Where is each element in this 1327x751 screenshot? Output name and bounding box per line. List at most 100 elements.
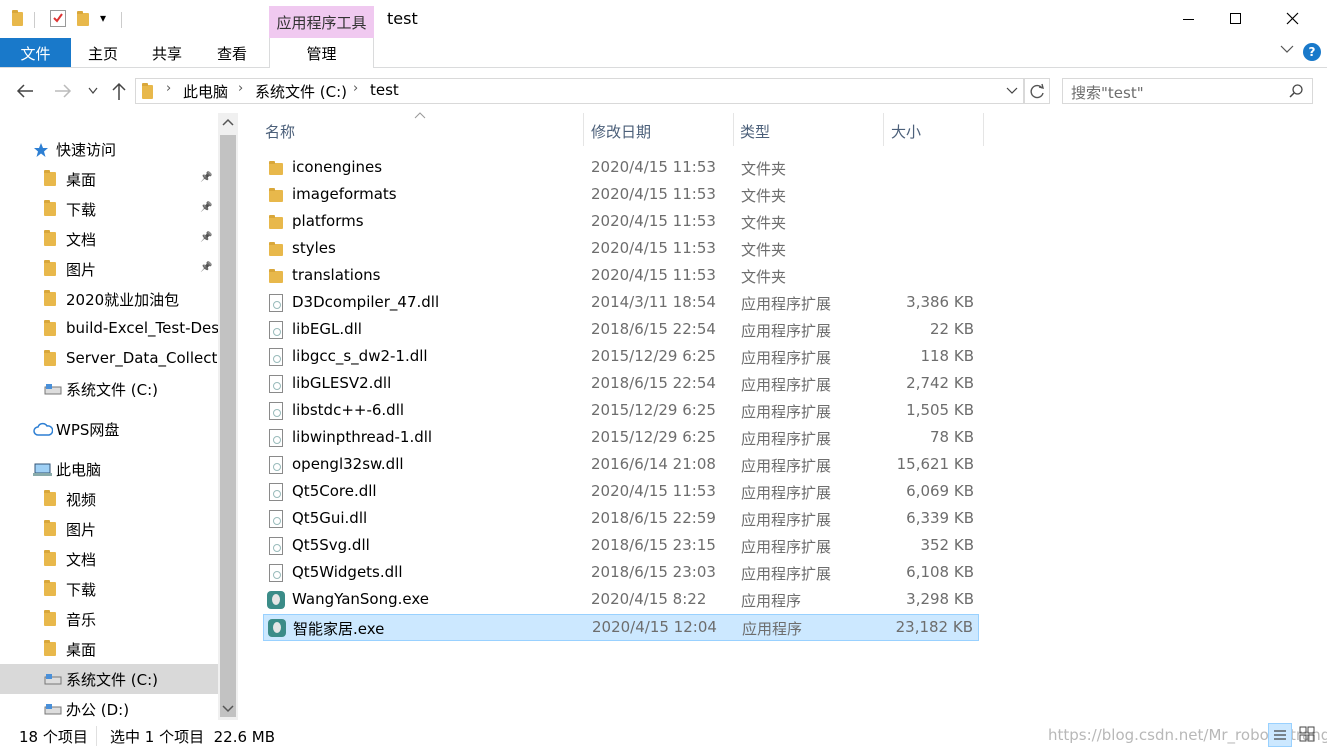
dll-icon <box>269 537 283 555</box>
file-row[interactable]: iconengines 2020/4/15 11:53 文件夹 <box>263 155 979 182</box>
scroll-down-icon[interactable] <box>222 705 234 713</box>
sidebar-item[interactable]: build-Excel_Test-Des <box>0 314 219 344</box>
file-type: 文件夹 <box>741 268 787 286</box>
help-icon[interactable]: ? <box>1303 43 1321 61</box>
sidebar-item[interactable]: 2020就业加油包 <box>0 284 218 314</box>
nav-scrollbar-thumb[interactable] <box>220 135 236 717</box>
file-size: 1,505 KB <box>906 401 974 419</box>
sidebar-item[interactable]: 系统文件 (C:) <box>0 664 218 694</box>
properties-icon[interactable] <box>50 10 66 27</box>
file-row[interactable]: WangYanSong.exe 2020/4/15 8:22 应用程序 3,298 K… <box>263 587 979 614</box>
file-row[interactable]: opengl32sw.dll 2016/6/14 21:08 应用程序扩展 15,62… <box>263 452 979 479</box>
sidebar-item[interactable]: 音乐 <box>0 604 218 634</box>
dll-icon <box>269 294 283 312</box>
file-row[interactable]: Qt5Widgets.dll 2018/6/15 23:03 应用程序扩展 6,108… <box>263 560 979 587</box>
tab-file[interactable]: 文件 <box>0 38 71 67</box>
refresh-button[interactable] <box>1024 78 1050 104</box>
column-header-date[interactable]: 修改日期 <box>584 121 732 145</box>
file-row[interactable]: D3Dcompiler_47.dll 2014/3/11 18:54 应用程序扩展 3… <box>263 290 979 317</box>
file-row[interactable]: libwinpthread-1.dll 2015/12/29 6:25 应用程序扩展… <box>263 425 979 452</box>
breadcrumb-drive-c[interactable]: 系统文件 (C:) <box>255 81 347 102</box>
tab-view[interactable]: 查看 <box>217 43 247 64</box>
details-view-button[interactable] <box>1268 723 1292 747</box>
sidebar-item[interactable]: 此电脑 <box>0 454 218 484</box>
file-name: imageformats <box>292 185 397 203</box>
sidebar-item[interactable]: WPS网盘 <box>0 414 218 444</box>
quick-access-dropdown[interactable]: ▾ <box>100 11 106 25</box>
file-row[interactable]: libEGL.dll 2018/6/15 22:54 应用程序扩展 22 KB <box>263 317 979 344</box>
file-row[interactable]: libstdc++-6.dll 2015/12/29 6:25 应用程序扩展 1,50… <box>263 398 979 425</box>
tab-manage[interactable]: 管理 <box>269 38 374 68</box>
sidebar-item[interactable]: Server_Data_Collecti <box>0 344 222 374</box>
file-row[interactable]: 智能家居.exe 2020/4/15 12:04 应用程序 23,182 KB <box>263 614 979 641</box>
column-name-label: 名称 <box>265 123 296 141</box>
pin-icon[interactable]: 📌 <box>200 232 212 243</box>
forward-icon[interactable] <box>53 82 73 100</box>
nav-scrollbar[interactable] <box>218 113 238 720</box>
documents-folder-icon <box>44 230 56 246</box>
item-count: 18 个项目 <box>19 728 88 746</box>
pin-icon[interactable]: 📌 <box>200 172 212 183</box>
new-folder-icon[interactable] <box>77 11 89 26</box>
sidebar-item[interactable]: 图片 <box>0 514 218 544</box>
file-size: 15,621 KB <box>896 455 974 473</box>
sidebar-item[interactable]: 桌面 <box>0 634 218 664</box>
pin-icon[interactable]: 📌 <box>200 262 212 273</box>
file-row[interactable]: platforms 2020/4/15 11:53 文件夹 <box>263 209 979 236</box>
column-header-name[interactable]: 名称 <box>262 121 582 145</box>
minimize-button[interactable] <box>1165 0 1211 38</box>
file-row[interactable]: Qt5Gui.dll 2018/6/15 22:59 应用程序扩展 6,339 KB <box>263 506 979 533</box>
column-header-size[interactable]: 大小 <box>884 121 983 145</box>
desktop-folder-icon <box>44 170 56 186</box>
sidebar-item[interactable]: 文档 📌 <box>0 224 218 254</box>
column-header-type[interactable]: 类型 <box>734 121 882 145</box>
column-divider[interactable] <box>983 113 984 146</box>
sidebar-item[interactable]: 办公 (D:) <box>0 694 218 724</box>
recent-locations-icon[interactable] <box>88 87 98 95</box>
sidebar-item[interactable]: 快速访问 <box>0 134 218 164</box>
file-type: 文件夹 <box>741 214 787 232</box>
dll-icon <box>269 402 283 420</box>
file-name: D3Dcompiler_47.dll <box>292 293 440 311</box>
pictures-folder-icon <box>44 260 56 276</box>
star-icon <box>33 142 49 158</box>
up-icon[interactable] <box>110 81 128 101</box>
file-row[interactable]: translations 2020/4/15 11:53 文件夹 <box>263 263 979 290</box>
sidebar-item[interactable]: 下载 📌 <box>0 194 218 224</box>
scroll-up-icon[interactable] <box>222 118 234 126</box>
file-row[interactable]: Qt5Core.dll 2020/4/15 11:53 应用程序扩展 6,069 KB <box>263 479 979 506</box>
tab-home[interactable]: 主页 <box>88 43 118 64</box>
sidebar-item-label: 文档 <box>66 551 97 569</box>
maximize-button[interactable] <box>1211 0 1257 38</box>
app-folder-icon <box>12 10 23 26</box>
sidebar-item[interactable]: 系统文件 (C:) <box>0 374 218 404</box>
sidebar-item-label: 下载 <box>66 581 97 599</box>
column-date-label: 修改日期 <box>591 123 652 141</box>
address-dropdown-icon[interactable] <box>1006 87 1018 95</box>
file-name: libGLESV2.dll <box>292 374 392 392</box>
ribbon-expand-icon[interactable] <box>1280 44 1294 54</box>
sidebar-item[interactable]: 桌面 📌 <box>0 164 218 194</box>
file-name: libstdc++-6.dll <box>292 401 405 419</box>
back-icon[interactable] <box>15 82 35 100</box>
pin-icon[interactable]: 📌 <box>200 202 212 213</box>
breadcrumb-this-pc[interactable]: 此电脑 <box>183 81 228 102</box>
file-row[interactable]: styles 2020/4/15 11:53 文件夹 <box>263 236 979 263</box>
sidebar-item[interactable]: 文档 <box>0 544 218 574</box>
file-row[interactable]: imageformats 2020/4/15 11:53 文件夹 <box>263 182 979 209</box>
sidebar-item[interactable]: 图片 📌 <box>0 254 218 284</box>
breadcrumb-test[interactable]: test <box>370 81 399 99</box>
sidebar-item[interactable]: 下载 <box>0 574 218 604</box>
sidebar-item[interactable]: 视频 <box>0 484 218 514</box>
search-input[interactable]: 搜索"test" <box>1062 78 1313 104</box>
file-row[interactable]: libgcc_s_dw2-1.dll 2015/12/29 6:25 应用程序扩展 1… <box>263 344 979 371</box>
tab-share[interactable]: 共享 <box>152 43 182 64</box>
file-row[interactable]: libGLESV2.dll 2018/6/15 22:54 应用程序扩展 2,742 … <box>263 371 979 398</box>
search-icon[interactable] <box>1288 83 1304 99</box>
file-size: 6,108 KB <box>906 563 974 581</box>
large-icons-view-button[interactable] <box>1296 723 1320 747</box>
close-button[interactable] <box>1257 0 1327 38</box>
folder-icon <box>269 268 283 283</box>
file-row[interactable]: Qt5Svg.dll 2018/6/15 23:15 应用程序扩展 352 KB <box>263 533 979 560</box>
sidebar-item-label: 文档 <box>66 231 97 249</box>
